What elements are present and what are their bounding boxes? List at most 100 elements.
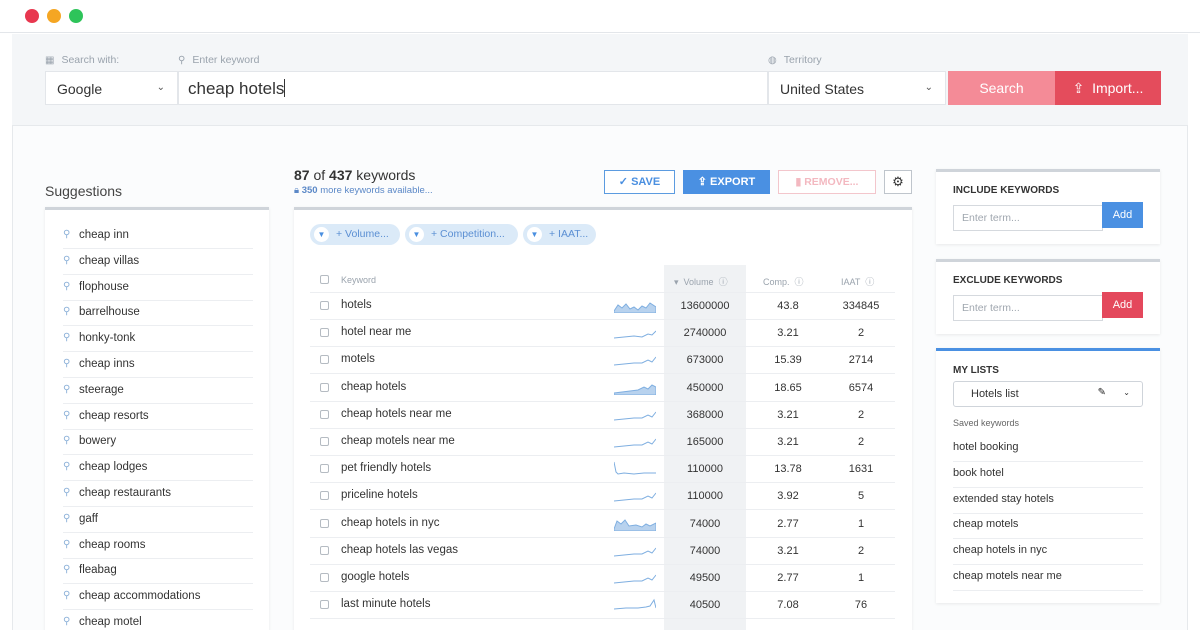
comp-cell: 13.78	[774, 463, 802, 476]
suggestion-item[interactable]: ⚲ cheap accommodations	[63, 584, 253, 611]
suggestion-label: cheap accommodations	[79, 590, 201, 603]
export-button[interactable]: ⇪ EXPORT	[683, 170, 770, 194]
suggestion-item[interactable]: ⚲ flophouse	[63, 275, 253, 301]
suggestion-label: gaff	[79, 512, 98, 525]
remove-button[interactable]: ▮ REMOVE...	[778, 170, 876, 194]
iaat-cell: 2	[857, 544, 865, 557]
saved-keyword-item[interactable]: cheap hotels in nyc	[953, 539, 1143, 566]
iaat-cell: 2	[857, 408, 865, 421]
suggestion-item[interactable]: ⚲ cheap resorts	[63, 404, 253, 430]
save-button[interactable]: ✓ SAVE	[604, 170, 675, 194]
maximize-window-icon[interactable]	[69, 9, 83, 23]
row-checkbox[interactable]	[320, 382, 329, 392]
suggestion-item[interactable]: ⚲ fleabag	[63, 558, 253, 585]
table-row[interactable]: hotel near me 2740000 3.21 2	[310, 320, 895, 348]
saved-keyword-item[interactable]: book hotel	[953, 462, 1143, 488]
volume-column-header[interactable]: ▾ Volume ⓘ	[674, 275, 728, 288]
check-icon: ✓	[618, 176, 628, 188]
search-engine-select[interactable]: Google ⌄	[45, 71, 178, 105]
keyword-column-header[interactable]: Keyword	[341, 275, 376, 285]
saved-keyword-item[interactable]: hotel booking	[953, 436, 1143, 462]
exclude-term-input[interactable]: Enter term...	[953, 295, 1103, 321]
search-icon: ⚲	[63, 332, 71, 344]
suggestion-label: fleabag	[79, 564, 117, 577]
suggestion-item[interactable]: ⚲ gaff	[63, 507, 253, 533]
row-checkbox[interactable]	[320, 328, 329, 338]
suggestion-item[interactable]: ⚲ cheap inn	[63, 223, 253, 249]
row-checkbox[interactable]	[320, 545, 329, 555]
table-row[interactable]: cheap hotels 450000 18.65 6574	[310, 375, 895, 402]
volume-filter-chip[interactable]: ▼ + Volume...	[310, 224, 400, 245]
comp-column-header[interactable]: Comp. ⓘ	[763, 275, 804, 288]
table-row[interactable]: pet friendly hotels 110000 13.78 1631	[310, 456, 895, 484]
suggestion-item[interactable]: ⚲ cheap motel	[63, 610, 253, 630]
table-row[interactable]: priceline hotels 110000 3.92 5	[310, 483, 895, 511]
row-checkbox[interactable]	[320, 355, 329, 365]
exclude-add-button[interactable]: Add	[1102, 292, 1143, 318]
iaat-filter-chip[interactable]: ▼ + IAAT...	[523, 224, 596, 245]
grid-icon: ▦	[45, 55, 55, 66]
suggestion-item[interactable]: ⚲ cheap restaurants	[63, 481, 253, 507]
suggestion-item[interactable]: ⚲ cheap villas	[63, 249, 253, 275]
import-button[interactable]: ⇪ Import...	[1055, 71, 1161, 105]
settings-button[interactable]: ⚙	[884, 170, 912, 194]
close-window-icon[interactable]	[25, 9, 39, 23]
trend-sparkline	[614, 493, 656, 502]
suggestion-item[interactable]: ⚲ cheap rooms	[63, 533, 253, 559]
comp-cell: 7.08	[777, 599, 799, 612]
table-row[interactable]: cheap motels near me 165000 3.21 2	[310, 429, 895, 456]
search-button[interactable]: Search	[948, 71, 1055, 105]
select-all-checkbox[interactable]	[320, 275, 329, 284]
row-checkbox[interactable]	[320, 573, 329, 582]
include-add-button[interactable]: Add	[1102, 202, 1143, 228]
suggestion-item[interactable]: ⚲ cheap lodges	[63, 455, 253, 482]
iaat-cell: 334845	[842, 300, 880, 312]
competition-filter-chip[interactable]: ▼ + Competition...	[405, 224, 518, 245]
pencil-icon[interactable]: ✎	[1098, 387, 1106, 398]
table-row[interactable]: last minute hotels 40500 7.08 76	[310, 592, 895, 620]
more-text: more keywords available...	[320, 185, 433, 196]
keyword-cell: cheap hotels las vegas	[341, 543, 458, 556]
search-icon: ⚲	[63, 358, 71, 369]
keyword-cell: last minute hotels	[341, 598, 431, 611]
keyword-input[interactable]: cheap hotels	[178, 71, 768, 105]
keyword-label: ⚲ Enter keyword	[178, 54, 260, 66]
row-checkbox[interactable]	[320, 301, 329, 310]
iaat-cell: 2714	[848, 354, 874, 367]
territory-select[interactable]: United States ⌄	[768, 71, 946, 105]
more-keywords-link[interactable]: 🔒︎ 350 more keywords available...	[294, 185, 433, 196]
table-row[interactable]: motels 673000 15.39 2714	[310, 347, 895, 375]
saved-keyword-item[interactable]: extended stay hotels	[953, 488, 1143, 514]
row-checkbox[interactable]	[320, 600, 329, 610]
shown-count: 87	[294, 167, 310, 183]
minimize-window-icon[interactable]	[47, 9, 61, 23]
table-row[interactable]: google hotels 49500 2.77 1	[310, 565, 895, 592]
iaat-column-header[interactable]: IAAT ⓘ	[841, 275, 874, 288]
table-row[interactable]: hotels 13600000 43.8 334845	[310, 293, 895, 320]
suggestion-item[interactable]: ⚲ bowery	[63, 429, 253, 456]
iaat-cell: 2	[857, 436, 865, 448]
comp-cell: 3.21	[777, 327, 799, 340]
volume-cell: 74000	[689, 517, 721, 530]
suggestion-item[interactable]: ⚲ barrelhouse	[63, 300, 253, 327]
volume-cell: 74000	[689, 544, 721, 557]
suggestion-item[interactable]: ⚲ cheap inns	[63, 352, 253, 378]
list-select[interactable]: Hotels list ✎ ⌄	[953, 381, 1143, 407]
saved-keyword-item[interactable]: cheap motels	[953, 513, 1143, 540]
filter-icon: ▼	[527, 227, 542, 242]
include-term-input[interactable]: Enter term...	[953, 205, 1103, 231]
row-checkbox[interactable]	[320, 464, 329, 474]
sort-down-icon: ▾	[674, 277, 679, 287]
table-row[interactable]: cheap hotels las vegas 74000 3.21 2	[310, 538, 895, 565]
suggestion-item[interactable]: ⚲ honky-tonk	[63, 326, 253, 353]
row-checkbox[interactable]	[320, 491, 329, 501]
filter-icon: ▼	[409, 227, 424, 242]
row-checkbox[interactable]	[320, 518, 329, 528]
row-checkbox[interactable]	[320, 437, 329, 446]
table-row[interactable]: cheap hotels in nyc 74000 2.77 1	[310, 511, 895, 538]
iaat-cell: 1	[857, 517, 865, 530]
saved-keyword-item[interactable]: cheap motels near me	[953, 565, 1143, 591]
table-row[interactable]: cheap hotels near me 368000 3.21 2	[310, 402, 895, 429]
row-checkbox[interactable]	[320, 409, 329, 419]
suggestion-item[interactable]: ⚲ steerage	[63, 378, 253, 404]
